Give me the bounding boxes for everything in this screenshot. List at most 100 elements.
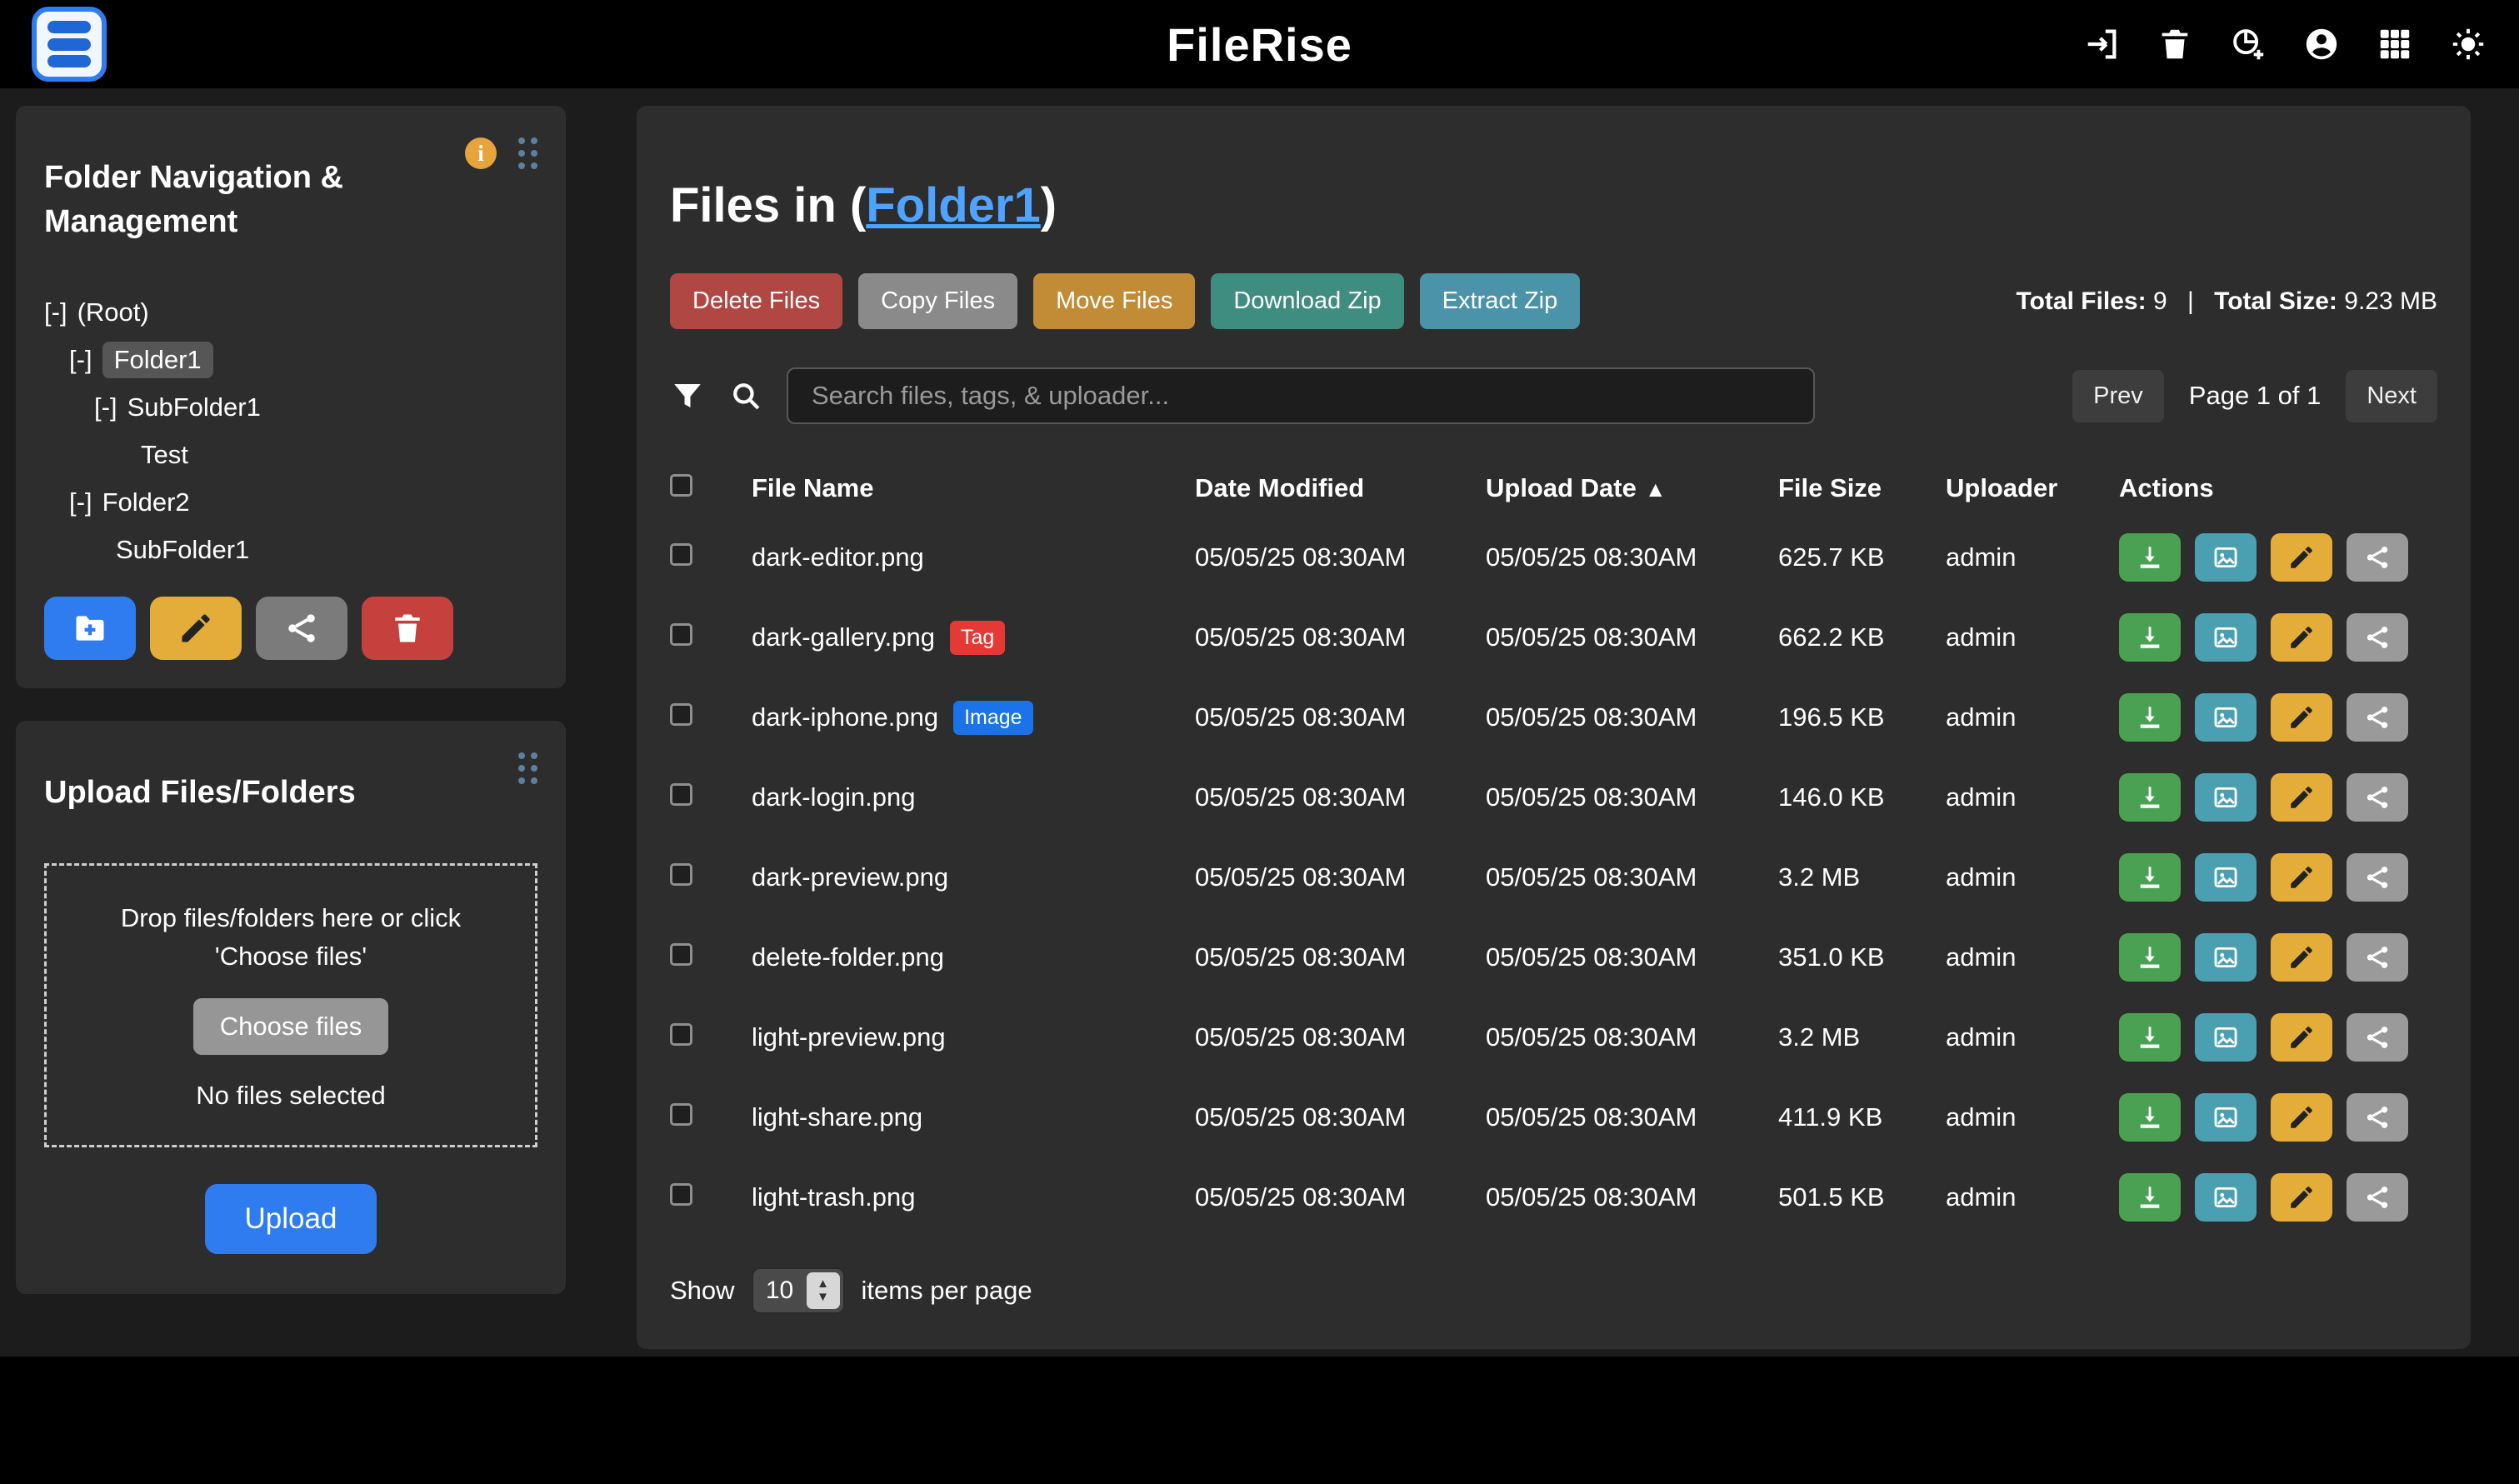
row-checkbox[interactable] (670, 943, 692, 966)
edit-button[interactable] (2271, 1093, 2332, 1142)
rename-folder-button[interactable] (150, 597, 242, 660)
tree-toggle[interactable]: [-] (44, 297, 67, 327)
row-checkbox[interactable] (670, 1183, 692, 1206)
prev-page-button[interactable]: Prev (2072, 370, 2164, 422)
row-checkbox[interactable] (670, 1023, 692, 1046)
file-name[interactable]: light-share.png (752, 1102, 922, 1132)
tree-label[interactable]: SubFolder1 (116, 535, 249, 565)
filerise-logo-icon[interactable] (32, 7, 107, 82)
share-button[interactable] (2347, 933, 2408, 982)
file-name[interactable]: dark-login.png (752, 782, 915, 812)
download-button[interactable] (2119, 853, 2181, 902)
user-profile-icon[interactable] (2302, 25, 2341, 63)
upload-date-header[interactable]: Upload Date▲ (1486, 473, 1778, 503)
download-button[interactable] (2119, 933, 2181, 982)
items-per-page-input[interactable]: 10 ▲▼ (752, 1267, 845, 1314)
preview-button[interactable] (2195, 1173, 2257, 1222)
create-folder-button[interactable] (44, 597, 136, 660)
file-name[interactable]: light-trash.png (752, 1182, 915, 1212)
uploader-header[interactable]: Uploader (1946, 473, 2119, 503)
row-checkbox[interactable] (670, 703, 692, 726)
next-page-button[interactable]: Next (2346, 370, 2437, 422)
file-name[interactable]: dark-iphone.png (752, 702, 938, 732)
light-mode-icon[interactable] (2449, 25, 2487, 63)
file-name[interactable]: dark-editor.png (752, 542, 924, 572)
share-folder-button[interactable] (256, 597, 347, 660)
preview-button[interactable] (2195, 533, 2257, 582)
share-button[interactable] (2347, 773, 2408, 822)
preview-button[interactable] (2195, 693, 2257, 742)
tree-item[interactable]: [-] Folder1 (44, 336, 537, 383)
share-button[interactable] (2347, 533, 2408, 582)
tree-label[interactable]: Folder1 (102, 342, 213, 378)
tree-label[interactable]: (Root) (77, 297, 149, 327)
tree-label[interactable]: Test (141, 440, 188, 470)
edit-button[interactable] (2271, 1013, 2332, 1062)
tree-item[interactable]: [-] (Root) (44, 288, 537, 336)
tree-toggle[interactable]: [-] (69, 345, 92, 375)
current-folder-link[interactable]: Folder1 (866, 178, 1041, 232)
download-zip-button[interactable]: Download Zip (1211, 273, 1403, 329)
file-name[interactable]: dark-gallery.png (752, 622, 935, 652)
tree-label[interactable]: Folder2 (102, 487, 190, 517)
select-all-checkbox[interactable] (670, 474, 692, 497)
choose-files-button[interactable]: Choose files (193, 998, 389, 1055)
upload-dropzone[interactable]: Drop files/folders here or click 'Choose… (44, 863, 537, 1148)
row-checkbox[interactable] (670, 623, 692, 646)
edit-button[interactable] (2271, 693, 2332, 742)
row-checkbox[interactable] (670, 1103, 692, 1126)
download-button[interactable] (2119, 1093, 2181, 1142)
pie-chart-plus-icon[interactable] (2229, 25, 2267, 63)
share-button[interactable] (2347, 1093, 2408, 1142)
download-button[interactable] (2119, 773, 2181, 822)
tree-label[interactable]: SubFolder1 (127, 392, 261, 422)
download-button[interactable] (2119, 613, 2181, 662)
stepper-arrows-icon[interactable]: ▲▼ (807, 1272, 840, 1309)
share-button[interactable] (2347, 1013, 2408, 1062)
edit-button[interactable] (2271, 853, 2332, 902)
delete-folder-button[interactable] (362, 597, 453, 660)
tree-item[interactable]: Test (44, 431, 537, 478)
tree-toggle[interactable]: [-] (94, 392, 117, 422)
tree-toggle[interactable]: [-] (69, 487, 92, 517)
file-name-header[interactable]: File Name (752, 473, 1195, 503)
date-modified-header[interactable]: Date Modified (1195, 473, 1486, 503)
tree-item[interactable]: SubFolder1 (44, 526, 537, 573)
extract-zip-button[interactable]: Extract Zip (1420, 273, 1581, 329)
drag-handle-icon[interactable] (518, 137, 537, 169)
copy-files-button[interactable]: Copy Files (858, 273, 1017, 329)
move-files-button[interactable]: Move Files (1033, 273, 1195, 329)
file-name[interactable]: dark-preview.png (752, 862, 948, 892)
trash-icon[interactable] (2156, 25, 2194, 63)
grid-view-icon[interactable] (2376, 25, 2414, 63)
edit-button[interactable] (2271, 1173, 2332, 1222)
edit-button[interactable] (2271, 533, 2332, 582)
logout-icon[interactable] (2082, 25, 2121, 63)
preview-button[interactable] (2195, 853, 2257, 902)
preview-button[interactable] (2195, 933, 2257, 982)
file-name[interactable]: delete-folder.png (752, 942, 944, 972)
preview-button[interactable] (2195, 1093, 2257, 1142)
download-button[interactable] (2119, 693, 2181, 742)
download-button[interactable] (2119, 1013, 2181, 1062)
delete-files-button[interactable]: Delete Files (670, 273, 842, 329)
row-checkbox[interactable] (670, 863, 692, 886)
file-size-header[interactable]: File Size (1778, 473, 1946, 503)
preview-button[interactable] (2195, 1013, 2257, 1062)
edit-button[interactable] (2271, 613, 2332, 662)
filter-icon[interactable] (670, 378, 705, 413)
share-button[interactable] (2347, 853, 2408, 902)
search-input[interactable] (787, 367, 1815, 424)
drag-handle-icon[interactable] (518, 752, 537, 784)
info-icon[interactable]: i (465, 137, 497, 169)
share-button[interactable] (2347, 693, 2408, 742)
tree-item[interactable]: [-] Folder2 (44, 478, 537, 526)
preview-button[interactable] (2195, 773, 2257, 822)
row-checkbox[interactable] (670, 783, 692, 806)
share-button[interactable] (2347, 1173, 2408, 1222)
row-checkbox[interactable] (670, 543, 692, 566)
share-button[interactable] (2347, 613, 2408, 662)
file-name[interactable]: light-preview.png (752, 1022, 946, 1052)
tree-item[interactable]: [-] SubFolder1 (44, 383, 537, 431)
download-button[interactable] (2119, 533, 2181, 582)
